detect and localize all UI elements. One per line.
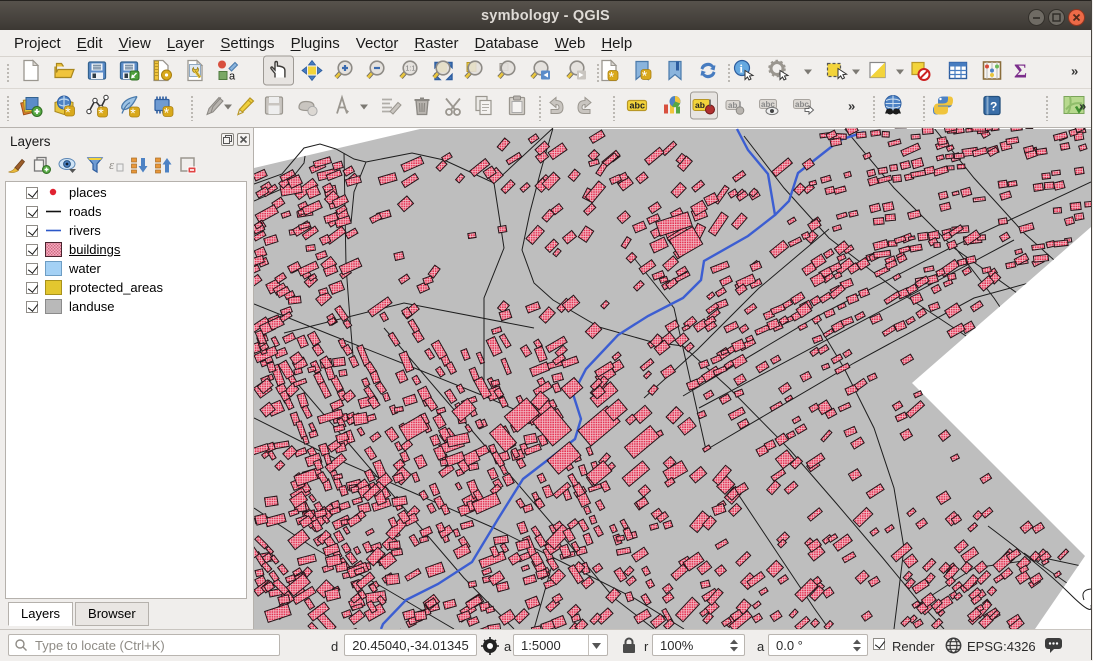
svg-text:a: a <box>229 70 236 82</box>
svg-text:1:1: 1:1 <box>406 65 416 72</box>
svg-text:*: * <box>130 105 136 118</box>
svg-text:ab: ab <box>728 101 737 110</box>
svg-text:*: * <box>164 104 170 117</box>
svg-text:Σ: Σ <box>1014 60 1027 82</box>
svg-text:?: ? <box>990 100 997 114</box>
svg-text:*: * <box>98 105 104 118</box>
svg-text:ε: ε <box>109 157 115 172</box>
svg-text:»: » <box>1079 99 1086 114</box>
svg-text:abc: abc <box>630 101 646 111</box>
svg-text:*: * <box>642 67 648 82</box>
svg-text:*: * <box>609 68 615 82</box>
svg-text:»: » <box>1071 63 1078 78</box>
svg-text:*: * <box>65 104 71 118</box>
svg-text:abc: abc <box>795 100 809 109</box>
svg-text:»: » <box>848 99 855 114</box>
svg-text:ab: ab <box>695 100 705 110</box>
